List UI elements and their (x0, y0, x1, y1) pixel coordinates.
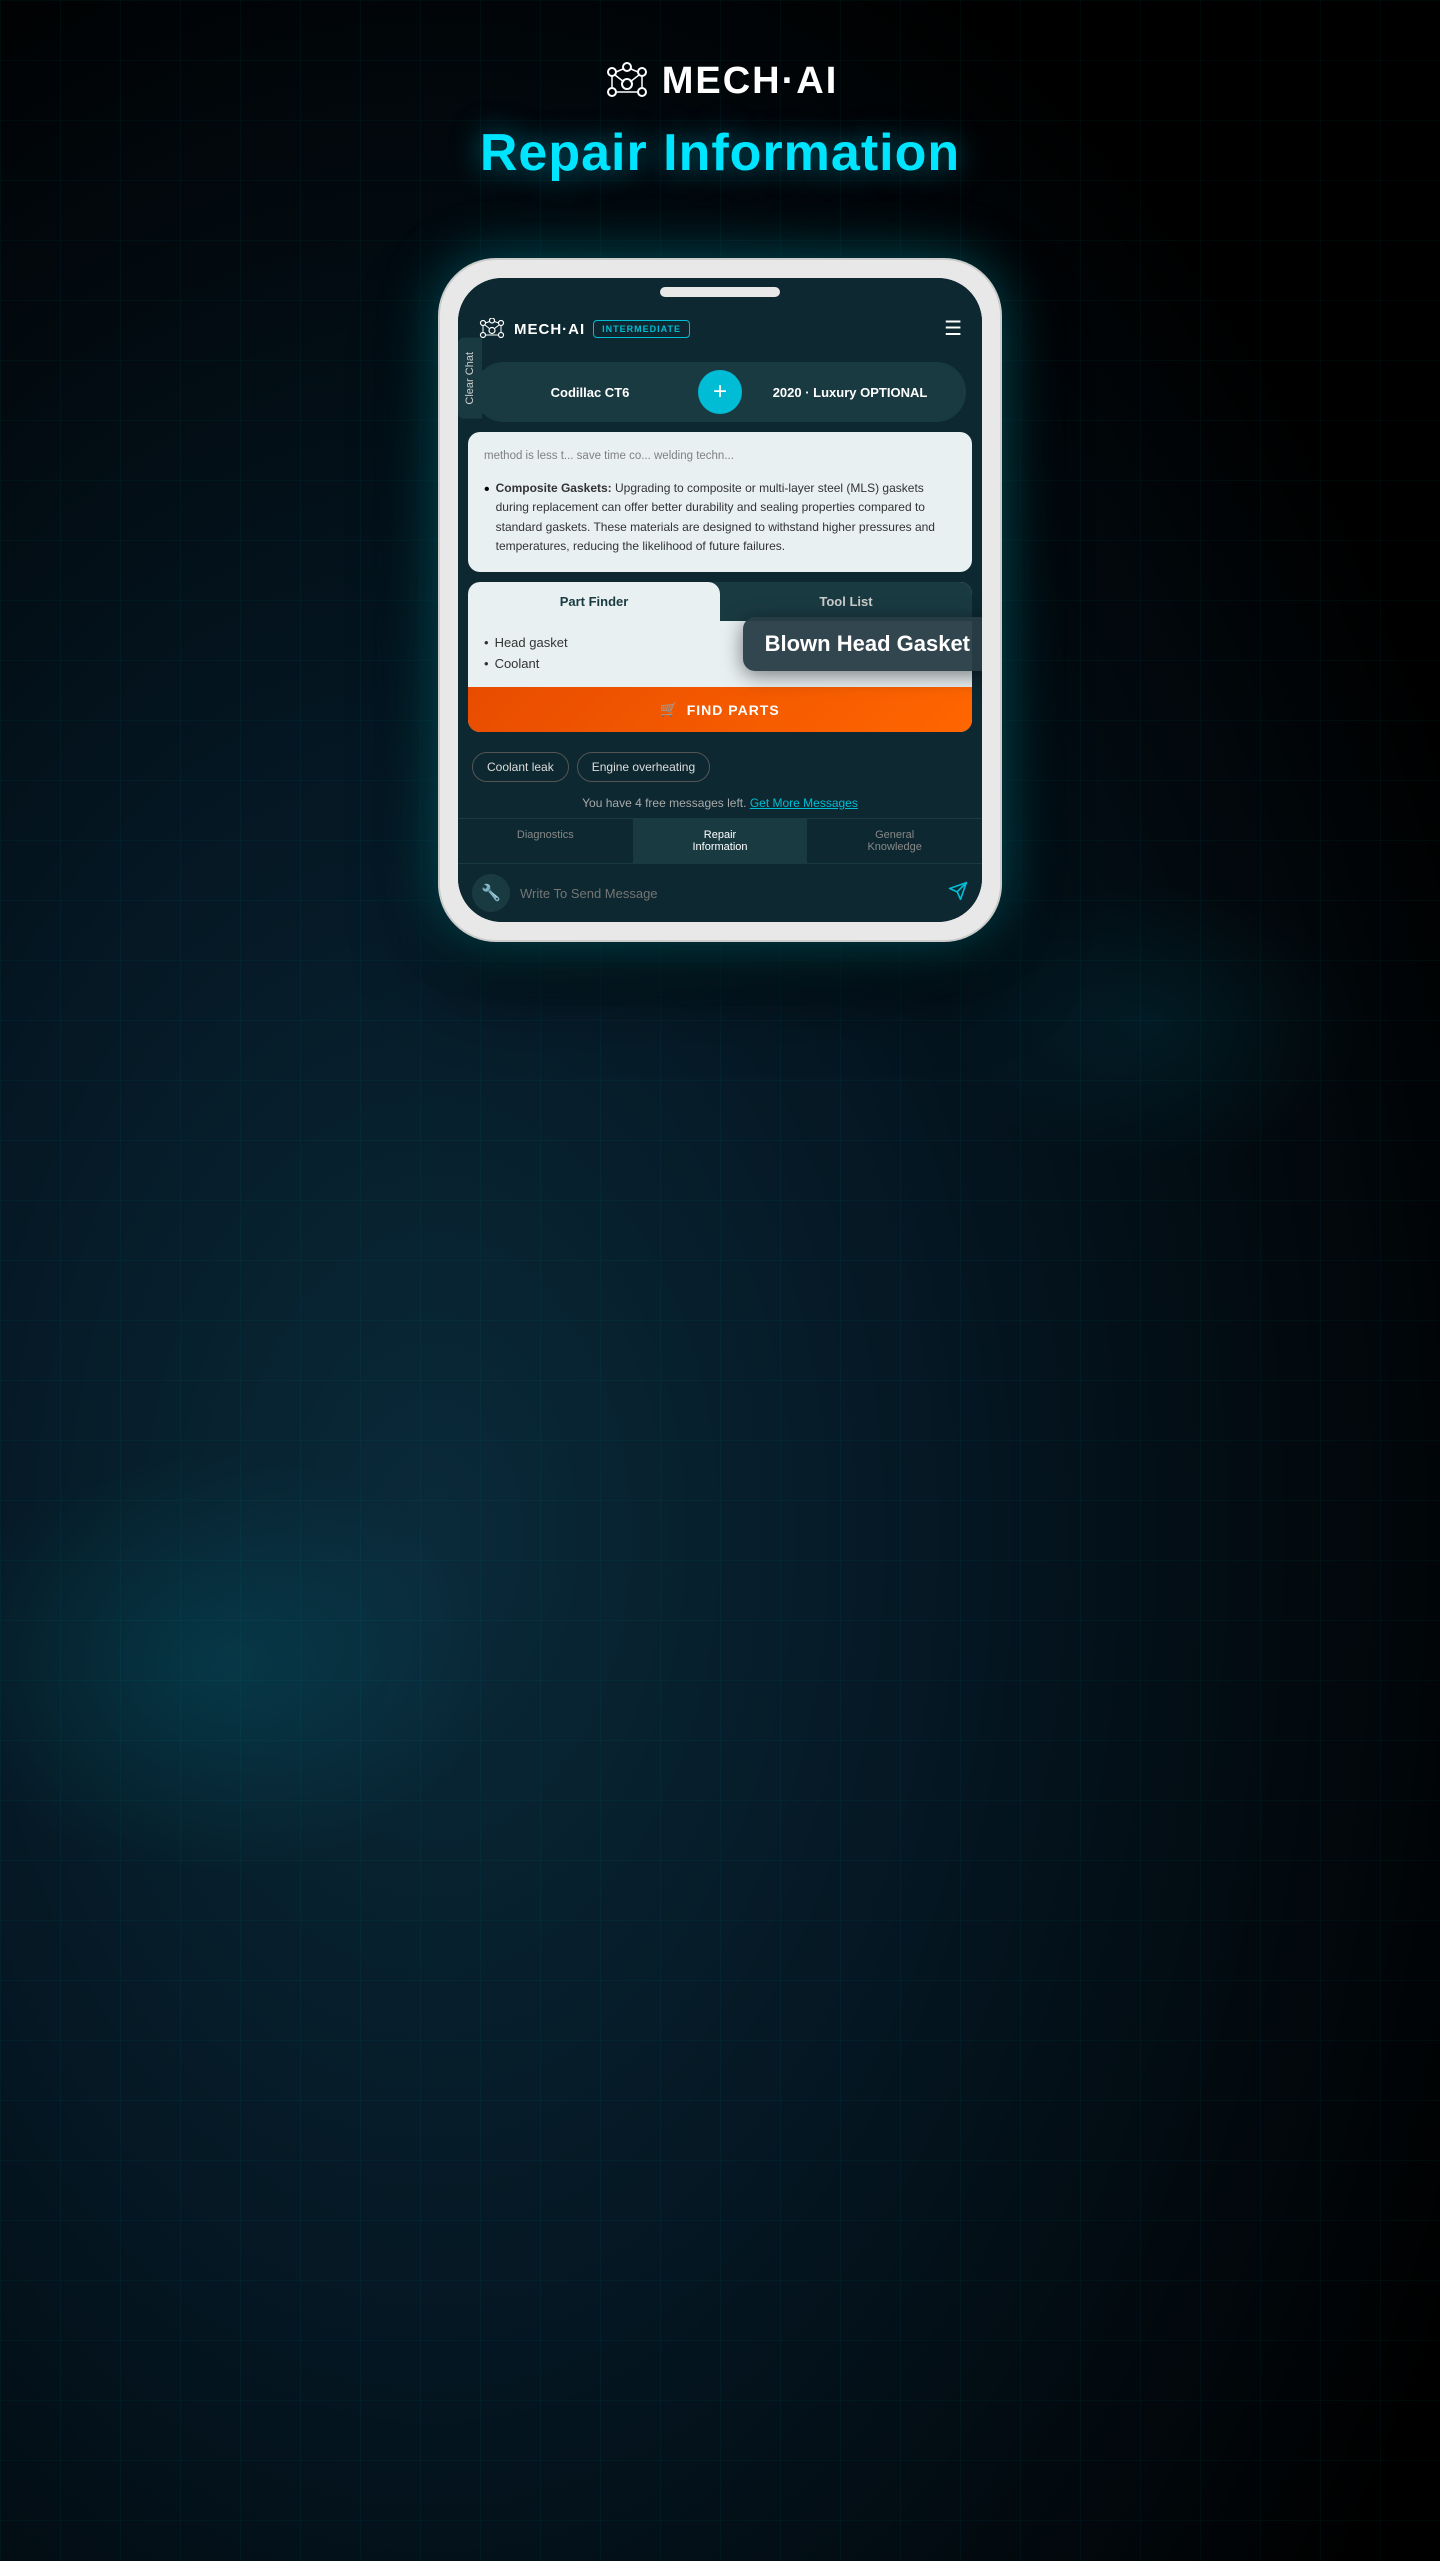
phone-frame: MECH·AI INTERMEDIATE ☰ Codillac CT6 + 20… (440, 260, 1000, 940)
nav-repair-information[interactable]: RepairInformation (633, 819, 808, 863)
phone-screen: MECH·AI INTERMEDIATE ☰ Codillac CT6 + 20… (458, 278, 982, 922)
page-header: MECH·AI Repair Information (0, 60, 1440, 183)
phone-mockup: MECH·AI INTERMEDIATE ☰ Codillac CT6 + 20… (440, 260, 1000, 940)
main-content-area: method is less t... save time co... weld… (468, 432, 972, 572)
nav-general-knowledge[interactable]: GeneralKnowledge (807, 819, 982, 863)
chip-engine-overheating[interactable]: Engine overheating (577, 752, 710, 782)
app-logo-text: MECH·AI (514, 321, 585, 338)
vehicle-selector: Codillac CT6 + 2020 · Luxury OPTIONAL (474, 362, 966, 422)
brand-name: MECH·AI (662, 60, 839, 103)
send-button[interactable] (948, 881, 968, 906)
quick-chips: Coolant leak Engine overheating (458, 742, 982, 792)
app-logo-icon (478, 318, 506, 340)
composite-gaskets-text: Composite Gaskets: Upgrading to composit… (496, 479, 956, 556)
vehicle-year-area: 2020 · Luxury OPTIONAL (750, 385, 950, 400)
vehicle-name-area: Codillac CT6 (490, 385, 690, 400)
brand-logo: MECH·AI (602, 60, 839, 103)
add-vehicle-button[interactable]: + (698, 370, 742, 414)
tab-part-finder[interactable]: Part Finder (468, 582, 720, 621)
page-title: Repair Information (480, 123, 960, 183)
vehicle-name: Codillac CT6 (490, 385, 690, 400)
bottom-navigation: Diagnostics RepairInformation GeneralKno… (458, 818, 982, 863)
message-input-area: 🔧 (458, 863, 982, 922)
obd-symbol: 🔧 (481, 883, 501, 903)
part-name-2: Coolant (495, 656, 540, 671)
tab-tool-list[interactable]: Tool List (720, 582, 972, 621)
content-fade-text: method is less t... save time co... weld… (484, 448, 956, 473)
composite-bold: Composite (496, 481, 558, 495)
cart-icon: 🛒 (660, 701, 678, 718)
chip-coolant-leak[interactable]: Coolant leak (472, 752, 569, 782)
part-bullet-1: • (484, 635, 489, 650)
vehicle-year: 2020 · Luxury OPTIONAL (750, 385, 950, 400)
app-header: MECH·AI INTERMEDIATE ☰ (458, 306, 982, 352)
part-name-1: Head gasket (495, 635, 568, 650)
clear-chat-tab[interactable]: Clear Chat (458, 338, 482, 419)
gaskets-bold: Gaskets: (558, 481, 612, 495)
menu-button[interactable]: ☰ (944, 319, 962, 339)
nav-diagnostics[interactable]: Diagnostics (458, 819, 633, 863)
obd-icon: 🔧 (472, 874, 510, 912)
part-finder-tabs: Part Finder Tool List (468, 582, 972, 621)
notch-bar (660, 287, 780, 297)
find-parts-label: FIND PARTS (687, 702, 780, 718)
message-input[interactable] (520, 886, 938, 901)
messages-left-text: You have 4 free messages left. (582, 796, 746, 810)
find-parts-button[interactable]: 🛒 FIND PARTS (468, 687, 972, 732)
part-bullet-2: • (484, 656, 489, 671)
blown-head-gasket-tooltip: Blown Head Gasket (743, 617, 982, 671)
mech-ai-logo-icon (602, 62, 652, 102)
send-icon (948, 881, 968, 901)
composite-gaskets-section: • Composite Gaskets: Upgrading to compos… (484, 479, 956, 556)
bullet-dot: • (484, 481, 490, 556)
app-logo: MECH·AI INTERMEDIATE (478, 318, 690, 340)
phone-notch (458, 278, 982, 306)
messages-left-area: You have 4 free messages left. Get More … (458, 792, 982, 818)
skill-badge: INTERMEDIATE (593, 320, 690, 338)
get-more-messages-link[interactable]: Get More Messages (750, 796, 858, 810)
